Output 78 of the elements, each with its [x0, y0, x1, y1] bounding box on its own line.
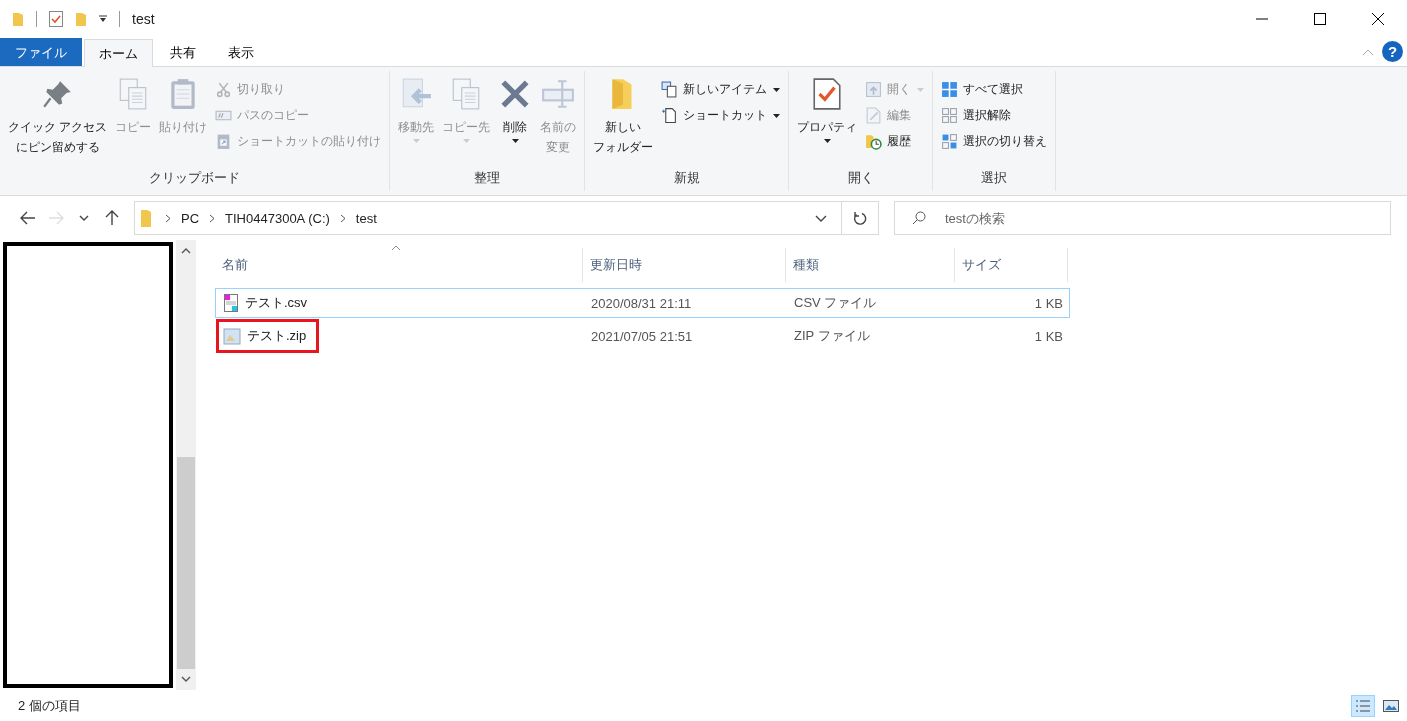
ribbon-group-label: 選択 — [980, 169, 1009, 187]
file-row[interactable]: テスト.zip 2021/07/05 21:51 ZIP ファイル 1 KB — [215, 318, 1070, 354]
zip-file-icon — [223, 327, 241, 345]
picture-icon — [1383, 699, 1399, 712]
column-header[interactable]: 種類 — [786, 248, 955, 282]
scissors-icon — [215, 80, 233, 98]
chevron-right-icon[interactable] — [209, 213, 216, 223]
chevron-down-icon — [79, 215, 89, 221]
column-header[interactable]: サイズ — [955, 248, 1068, 282]
pencil-document-icon — [865, 106, 883, 124]
help-button[interactable]: ? — [1382, 41, 1403, 62]
rename-field-icon — [541, 77, 576, 111]
refresh-icon — [853, 211, 867, 225]
up-arrow-icon — [105, 210, 119, 226]
ribbon-tab[interactable]: ファイル — [0, 38, 82, 66]
minimize-icon — [1256, 18, 1268, 20]
ribbon-button[interactable]: 削除 — [496, 75, 535, 145]
document-icon — [661, 106, 679, 124]
window-title: test — [132, 11, 155, 27]
collapse-ribbon-icon[interactable] — [1362, 48, 1374, 56]
file-name-text: テスト.csv — [245, 294, 308, 312]
ribbon-button[interactable]: 新しいアイテム — [659, 77, 783, 101]
chevron-right-icon[interactable] — [165, 213, 171, 223]
chevron-down-icon[interactable] — [815, 214, 827, 222]
folder-icon — [141, 209, 151, 227]
file-size: 1 KB — [1033, 295, 1064, 311]
ribbon-button[interactable]: 履歴 — [863, 129, 927, 153]
address-bar[interactable]: PC TIH0447300A (C:) test — [134, 201, 842, 235]
file-type: CSV ファイル — [793, 294, 878, 312]
csv-file-icon — [223, 294, 239, 312]
dropdown-icon[interactable] — [99, 15, 107, 23]
search-icon — [912, 211, 926, 225]
new-item-icon — [661, 80, 679, 98]
column-header[interactable]: 名前 — [215, 248, 583, 282]
filled-grid-icon — [941, 80, 959, 98]
file-row[interactable]: テスト.csv 2020/08/31 21:11 CSV ファイル 1 KB — [215, 288, 1070, 318]
search-field[interactable]: testの検索 — [894, 201, 1391, 235]
maximize-icon — [1314, 13, 1326, 25]
column-header[interactable]: 更新日時 — [583, 248, 786, 282]
modified-date: 2020/08/31 21:11 — [590, 295, 693, 311]
ribbon-tab[interactable]: 表示 — [213, 38, 269, 66]
ribbon-tab[interactable]: ホーム — [84, 39, 153, 67]
ribbon-button[interactable]: すべて選択 — [939, 77, 1050, 101]
folder-icon — [12, 11, 24, 27]
ribbon-group-label: 開く — [846, 169, 875, 187]
ribbon-tab[interactable]: 共有 — [155, 38, 211, 66]
forward-arrow-icon — [48, 211, 64, 225]
file-name-text: テスト.zip — [247, 327, 307, 345]
clock-folder-icon — [865, 132, 883, 150]
scroll-up-icon[interactable] — [181, 247, 192, 254]
checker-grid-icon — [941, 132, 959, 150]
empty-grid-icon — [941, 106, 959, 124]
breadcrumb[interactable]: TIH0447300A (C:) — [225, 210, 330, 226]
ribbon-group-label: クリップボード — [148, 169, 242, 187]
ribbon-button[interactable]: ショートカット — [659, 103, 783, 127]
ribbon-button[interactable]: 選択の切り替え — [939, 129, 1050, 153]
breadcrumb[interactable]: PC — [181, 210, 200, 226]
ribbon-button[interactable]: プロパティ — [795, 75, 860, 145]
back-arrow-icon — [20, 211, 36, 225]
file-size: 1 KB — [1033, 328, 1064, 344]
ribbon-button[interactable]: 新しい フォルダー — [591, 75, 656, 159]
close-icon — [1372, 13, 1384, 25]
details-list-icon — [1355, 698, 1371, 713]
breadcrumb[interactable]: test — [355, 210, 377, 226]
refresh-button[interactable] — [842, 201, 879, 235]
checklist-icon[interactable] — [49, 11, 63, 27]
modified-date: 2021/07/05 21:51 — [590, 328, 694, 344]
scroll-thumb[interactable] — [177, 457, 195, 669]
ribbon-button[interactable]: クイック アクセス にピン留めする — [6, 75, 110, 159]
ribbon-group-label: 新規 — [672, 169, 701, 187]
chevron-right-icon[interactable] — [339, 213, 346, 223]
sort-caret-icon — [391, 245, 401, 251]
file-type: ZIP ファイル — [793, 327, 871, 345]
ribbon-group-label: 整理 — [473, 169, 502, 187]
ribbon-button[interactable]: 選択解除 — [939, 103, 1050, 127]
item-count: 2 個の項目 — [18, 696, 81, 715]
scroll-down-icon[interactable] — [181, 676, 192, 683]
up-arrow-box-icon — [865, 80, 883, 98]
